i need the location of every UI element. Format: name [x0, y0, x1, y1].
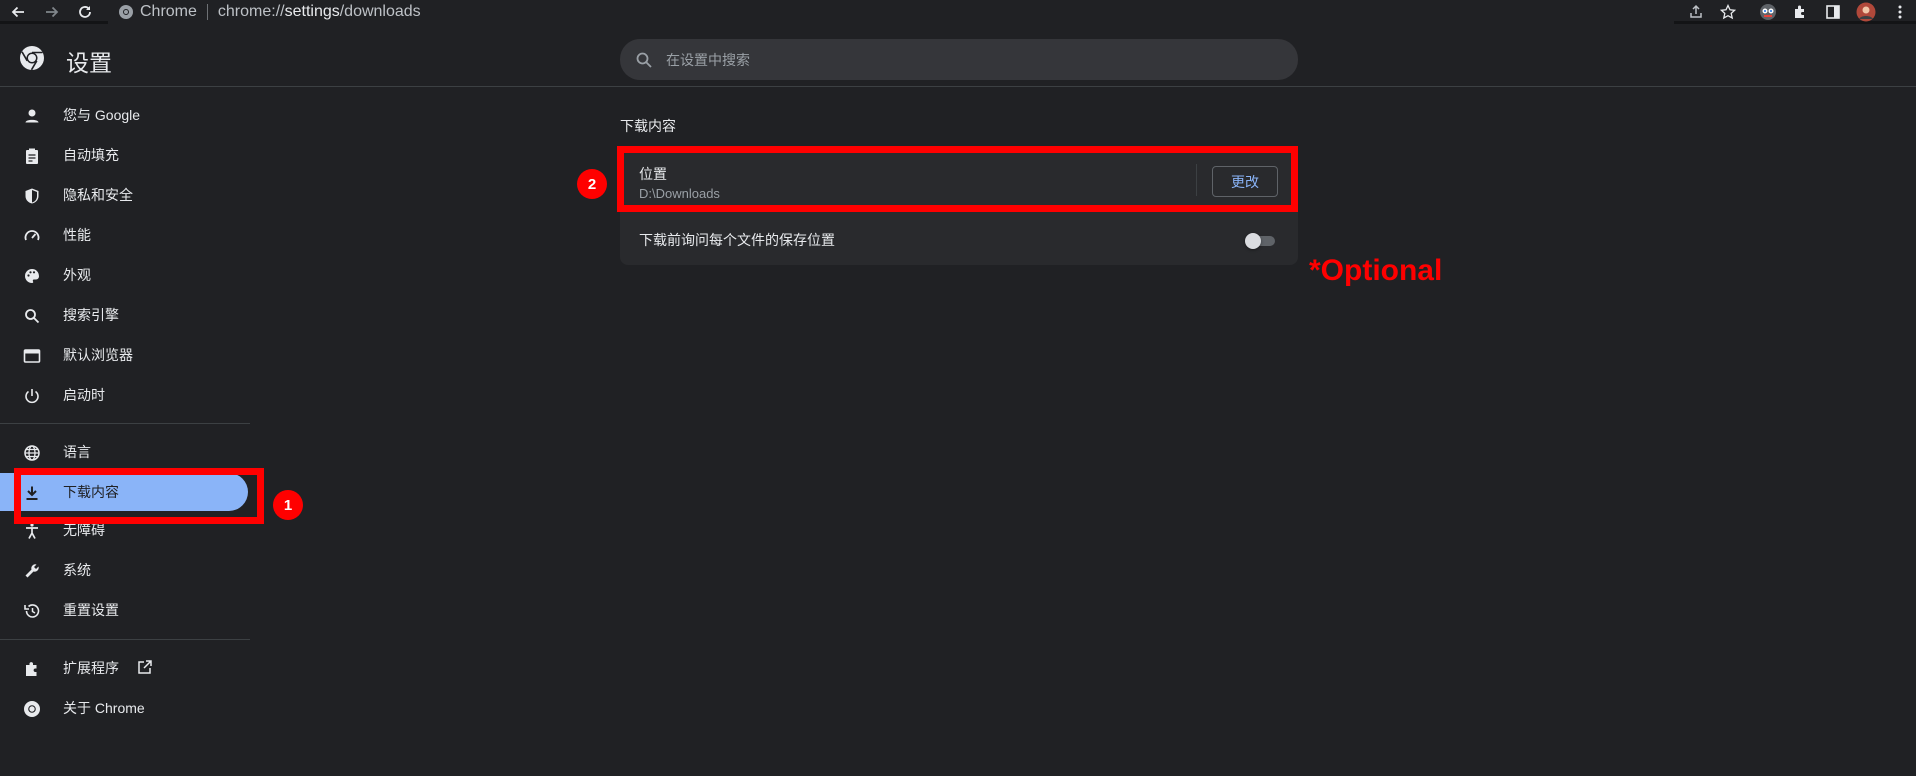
- sidebar-item-label: 默认浏览器: [63, 347, 133, 363]
- forward-arrow-icon[interactable]: [42, 2, 62, 22]
- step-badge-2: 2: [577, 169, 607, 199]
- highlight-box-location: [617, 146, 1298, 212]
- extension-avatar-icon[interactable]: [1758, 2, 1778, 22]
- clipboard-icon: [22, 146, 42, 166]
- settings-header: 设置: [0, 27, 1916, 87]
- puzzle-extensions-icon[interactable]: [1790, 2, 1810, 22]
- settings-search[interactable]: [620, 39, 1298, 80]
- bookmark-star-icon[interactable]: [1718, 2, 1738, 22]
- search-icon: [22, 306, 42, 326]
- sidebar-divider: [0, 423, 250, 424]
- toggle-knob: [1245, 233, 1261, 249]
- sidebar-item-performance[interactable]: 性能: [0, 216, 248, 254]
- site-label: Chrome: [140, 3, 197, 20]
- sidebar-item-label: 重置设置: [63, 602, 119, 618]
- sidebar-item-label: 启动时: [63, 387, 105, 403]
- more-menu-icon[interactable]: [1890, 2, 1910, 22]
- sidebar-item-label: 隐私和安全: [63, 187, 133, 203]
- puzzle-icon: [22, 659, 42, 679]
- optional-note: *Optional: [1309, 254, 1443, 287]
- sidebar-item-on-startup[interactable]: 启动时: [0, 376, 248, 414]
- sidebar-item-system[interactable]: 系统: [0, 551, 248, 589]
- search-icon: [634, 50, 654, 70]
- address-bar[interactable]: Chrome chrome://settings/downloads: [108, 0, 1674, 24]
- ask-location-label: 下载前询问每个文件的保存位置: [639, 232, 835, 248]
- search-input[interactable]: [666, 51, 1266, 68]
- sidebar-divider: [0, 639, 250, 640]
- url-scheme: chrome://: [217, 3, 285, 20]
- history-icon: [22, 601, 42, 621]
- sidebar-item-reset[interactable]: 重置设置: [0, 591, 248, 629]
- sidebar-item-label: 关于 Chrome: [63, 700, 145, 716]
- chrome-logo-icon: [19, 45, 45, 71]
- url-host: settings: [284, 3, 340, 20]
- section-title: 下载内容: [620, 118, 676, 134]
- sidebar-item-label: 语言: [63, 444, 91, 460]
- wrench-icon: [22, 561, 42, 581]
- sidebar-item-languages[interactable]: 语言: [0, 433, 248, 471]
- globe-icon: [22, 443, 42, 463]
- sidebar-item-privacy[interactable]: 隐私和安全: [0, 176, 248, 214]
- side-panel-icon[interactable]: [1823, 2, 1843, 22]
- url-path: /downloads: [339, 3, 421, 20]
- sidebar-item-label: 外观: [63, 267, 91, 283]
- power-icon: [22, 386, 42, 406]
- browser-toolbar: Chrome chrome://settings/downloads: [0, 0, 1916, 24]
- browser-icon: [22, 346, 42, 366]
- sidebar-item-label: 自动填充: [63, 147, 119, 163]
- speedometer-icon: [22, 226, 42, 246]
- sidebar-item-label-with-link: 扩展程序: [63, 658, 153, 679]
- address-text: Chrome chrome://settings/downloads: [140, 3, 421, 21]
- sidebar-item-label: 性能: [63, 227, 91, 243]
- accessibility-icon: [22, 521, 42, 541]
- share-icon[interactable]: [1686, 2, 1706, 22]
- external-link-icon: [137, 659, 153, 678]
- palette-icon: [22, 266, 42, 286]
- sidebar-item-label: 扩展程序: [63, 659, 119, 676]
- page-title: 设置: [66, 50, 112, 76]
- sidebar-item-about-chrome[interactable]: 关于 Chrome: [0, 689, 248, 727]
- highlight-box-downloads: [14, 468, 264, 524]
- sidebar-item-search-engine[interactable]: 搜索引擎: [0, 296, 248, 334]
- profile-avatar[interactable]: [1856, 2, 1876, 22]
- sidebar-item-label: 您与 Google: [63, 107, 141, 123]
- ask-location-row[interactable]: 下载前询问每个文件的保存位置: [620, 210, 1298, 265]
- person-icon: [22, 106, 42, 126]
- step-badge-1: 1: [273, 490, 303, 520]
- ask-location-toggle[interactable]: [1245, 233, 1277, 249]
- sidebar-item-appearance[interactable]: 外观: [0, 256, 248, 294]
- sidebar-item-autofill[interactable]: 自动填充: [0, 136, 248, 174]
- sidebar-item-default-browser[interactable]: 默认浏览器: [0, 336, 248, 374]
- chrome-site-icon: [118, 4, 134, 25]
- back-arrow-icon[interactable]: [8, 2, 28, 22]
- chrome-icon: [22, 699, 42, 719]
- reload-icon[interactable]: [75, 2, 95, 22]
- shield-icon: [22, 186, 42, 206]
- sidebar-item-label: 搜索引擎: [63, 307, 119, 323]
- sidebar-item-extensions[interactable]: 扩展程序: [0, 649, 248, 687]
- sidebar-item-you-and-google[interactable]: 您与 Google: [0, 96, 248, 134]
- sidebar-item-label: 系统: [63, 562, 91, 578]
